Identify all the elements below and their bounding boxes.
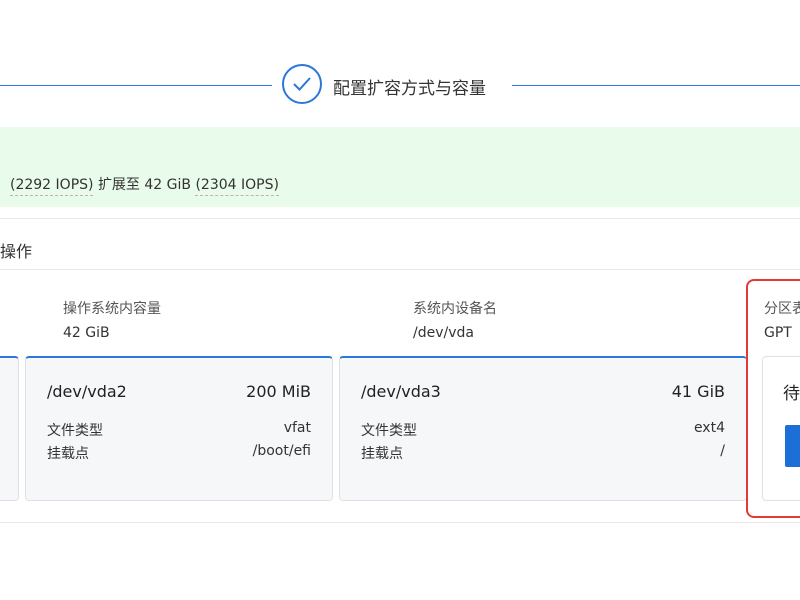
check-icon: [293, 77, 311, 91]
step-line-right: [512, 85, 800, 86]
mount-value: /boot/efi: [252, 443, 311, 459]
step-check-circle: [282, 64, 322, 104]
mount-value: /: [720, 443, 725, 459]
fs-type-label: 文件类型: [47, 423, 103, 439]
partition-card-partial[interactable]: [0, 356, 19, 501]
fs-type-value: vfat: [283, 420, 311, 436]
highlight-box: [746, 279, 800, 518]
step-title: 配置扩容方式与容量: [333, 79, 486, 99]
section-title: 操作: [0, 242, 33, 261]
step-line-left: [0, 85, 272, 86]
partition-name: /dev/vda2: [47, 382, 127, 401]
fs-type-value: ext4: [693, 420, 725, 436]
partition-name: /dev/vda3: [361, 382, 441, 401]
partition-card-vda2[interactable]: /dev/vda2 200 MiB 文件类型 vfat 挂载点 /boot/ef…: [25, 356, 333, 501]
bottom-divider: [0, 522, 800, 523]
partition-size: 200 MiB: [246, 382, 311, 401]
os-capacity-value: 42 GiB: [63, 325, 110, 341]
iops-after: (2304 IOPS): [195, 177, 279, 196]
info-banner: [0, 127, 800, 207]
banner-text: (2292 IOPS) 扩展至 42 GiB (2304 IOPS): [10, 174, 279, 196]
device-name-value: /dev/vda: [413, 325, 474, 341]
partition-size: 41 GiB: [671, 382, 725, 401]
device-name-label: 系统内设备名: [413, 301, 497, 317]
mount-label: 挂载点: [361, 446, 403, 462]
section-divider-top: [0, 218, 800, 219]
mount-label: 挂载点: [47, 446, 89, 462]
fs-type-label: 文件类型: [361, 423, 417, 439]
os-capacity-label: 操作系统内容量: [63, 301, 161, 317]
section-divider: [0, 269, 800, 270]
partition-card-vda3[interactable]: /dev/vda3 41 GiB 文件类型 ext4 挂载点 /: [339, 356, 747, 501]
iops-before: (2292 IOPS): [10, 177, 94, 196]
expand-text: 扩展至 42 GiB: [97, 177, 191, 193]
